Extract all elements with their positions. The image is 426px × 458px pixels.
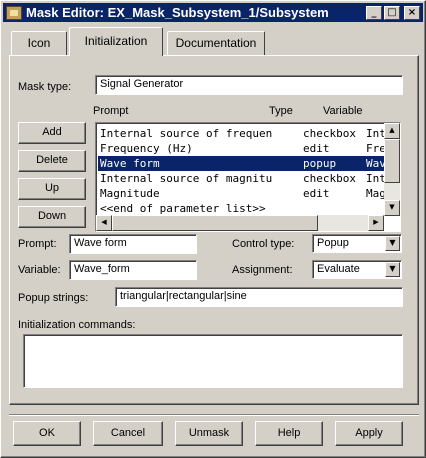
prompt-label: Prompt:	[18, 238, 57, 250]
list-item[interactable]: <<end of parameter list>>	[98, 201, 388, 216]
assignment-label: Assignment:	[232, 264, 293, 276]
minimize-button[interactable]: _	[366, 5, 382, 20]
add-button[interactable]: Add	[18, 122, 86, 144]
scroll-down-icon[interactable]: ▼	[384, 200, 400, 216]
up-button[interactable]: Up	[18, 178, 86, 200]
scroll-up-icon[interactable]: ▲	[384, 123, 400, 139]
column-header-prompt: Prompt	[93, 105, 129, 117]
cancel-button[interactable]: Cancel	[93, 421, 163, 446]
close-button[interactable]: ×	[404, 5, 420, 20]
list-item-selected[interactable]: Wave form popup Wav	[98, 156, 388, 171]
assignment-select[interactable]: Evaluate ▼	[312, 260, 402, 279]
mask-editor-window: Mask Editor: EX_Mask_Subsystem_1/Subsyst…	[0, 0, 426, 458]
param-prompt: Internal source of frequen	[100, 127, 273, 140]
prompt-field[interactable]: Wave form	[69, 234, 197, 254]
param-prompt: Wave form	[100, 157, 160, 170]
list-item[interactable]: Magnitude edit Mag	[98, 186, 388, 201]
param-type: edit	[303, 187, 330, 200]
param-type: checkbox	[303, 172, 356, 185]
chevron-down-icon[interactable]: ▼	[385, 262, 400, 277]
footer-divider	[9, 414, 419, 416]
mask-type-label: Mask type:	[18, 81, 72, 93]
apply-button[interactable]: Apply	[335, 421, 403, 446]
scroll-right-icon[interactable]: ▶	[368, 215, 384, 231]
unmask-button[interactable]: Unmask	[175, 421, 243, 446]
tab-documentation[interactable]: Documentation	[167, 31, 265, 55]
mask-type-field[interactable]: Signal Generator	[95, 75, 403, 95]
init-commands-label: Initialization commands:	[18, 319, 136, 331]
list-item[interactable]: Frequency (Hz) edit Fre	[98, 141, 388, 156]
ok-button[interactable]: OK	[13, 421, 81, 446]
horizontal-scroll-thumb[interactable]	[112, 215, 318, 231]
assignment-value: Evaluate	[317, 263, 360, 275]
param-type: checkbox	[303, 127, 356, 140]
control-type-select[interactable]: Popup ▼	[312, 234, 402, 253]
param-type: popup	[303, 157, 337, 170]
window-title: Mask Editor: EX_Mask_Subsystem_1/Subsyst…	[26, 5, 329, 20]
app-icon	[6, 5, 22, 20]
popup-strings-field[interactable]: triangular|rectangular|sine	[115, 287, 403, 307]
popup-strings-label: Popup strings:	[18, 292, 89, 304]
param-prompt: Magnitude	[100, 187, 160, 200]
chevron-down-icon[interactable]: ▼	[385, 236, 400, 251]
list-item[interactable]: Internal source of frequen checkbox Int	[98, 126, 388, 141]
tab-icon[interactable]: Icon	[11, 31, 67, 55]
help-button[interactable]: Help	[255, 421, 323, 446]
control-type-value: Popup	[317, 237, 349, 249]
tab-initialization[interactable]: Initialization	[69, 27, 163, 56]
delete-button[interactable]: Delete	[18, 150, 86, 172]
list-item[interactable]: Internal source of magnitu checkbox Int	[98, 171, 388, 186]
scroll-left-icon[interactable]: ◀	[96, 215, 112, 231]
title-bar[interactable]: Mask Editor: EX_Mask_Subsystem_1/Subsyst…	[3, 3, 423, 22]
control-type-label: Control type:	[232, 238, 295, 250]
init-commands-textarea[interactable]	[23, 334, 403, 388]
column-header-type: Type	[269, 105, 293, 117]
parameter-list[interactable]: Internal source of frequen checkbox Int …	[95, 122, 401, 232]
vertical-scroll-thumb[interactable]	[384, 139, 400, 183]
column-header-variable: Variable	[323, 105, 363, 117]
param-prompt: Internal source of magnitu	[100, 172, 273, 185]
vertical-scrollbar[interactable]: ▲ ▼	[384, 123, 400, 216]
variable-field[interactable]: Wave_form	[69, 260, 197, 280]
variable-label: Variable:	[18, 264, 61, 276]
maximize-button[interactable]: □	[384, 5, 400, 20]
param-prompt: Frequency (Hz)	[100, 142, 193, 155]
param-prompt: <<end of parameter list>>	[100, 202, 266, 215]
param-type: edit	[303, 142, 330, 155]
down-button[interactable]: Down	[18, 206, 86, 228]
horizontal-scrollbar[interactable]: ◀ ▶	[96, 215, 384, 231]
